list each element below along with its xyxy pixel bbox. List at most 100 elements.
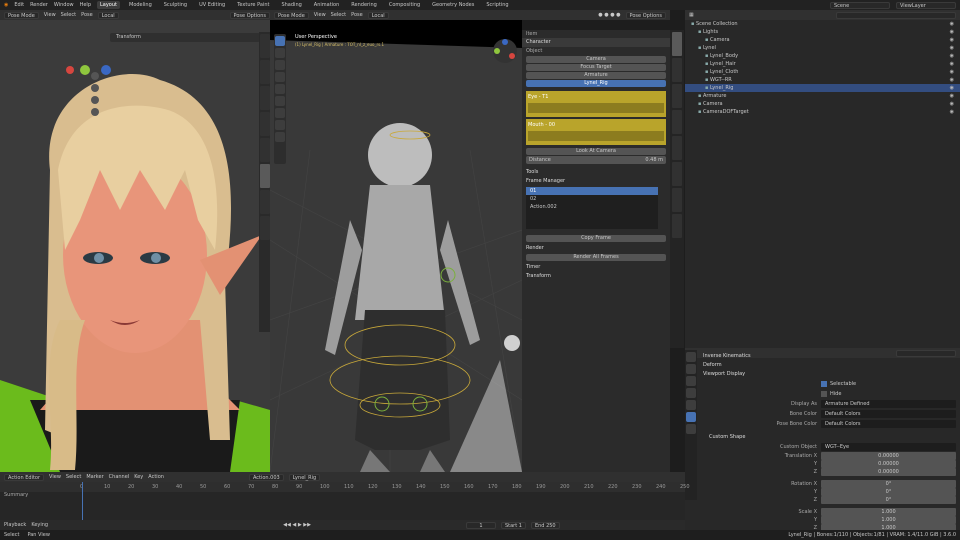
eye-panel[interactable]: Eye - T1 [526, 91, 666, 117]
render-all-frames-button[interactable]: Render All Frames [526, 254, 666, 261]
bone-color-dropdown[interactable]: Default Colors [821, 410, 956, 418]
outliner-row[interactable]: ▪ Lynel_Cloth ◉ [685, 68, 960, 76]
mouth-slider[interactable] [528, 131, 664, 141]
sidebar-tab[interactable] [259, 86, 270, 110]
render-tab-icon[interactable] [686, 352, 696, 362]
outliner-row[interactable]: ▪ Armature ◉ [685, 92, 960, 100]
menu-window[interactable]: Window [54, 2, 74, 8]
deform-header[interactable]: Deform [699, 361, 960, 370]
menu-view[interactable]: View [44, 12, 56, 18]
outliner-row[interactable]: ▪ WGT--RR ◉ [685, 76, 960, 84]
transport-controls[interactable]: ◀◀ ◀ ▶ ▶▶ [283, 522, 311, 528]
menu-edit[interactable]: Edit [14, 2, 24, 8]
menu-pose[interactable]: Pose [351, 12, 363, 18]
workspace-tab[interactable]: Geometry Nodes [429, 1, 477, 9]
frame-ruler[interactable]: 0102030405060708090100110120130140150160… [0, 482, 690, 492]
visibility-icon[interactable]: ◉ [950, 84, 954, 92]
menu-help[interactable]: Help [80, 2, 91, 8]
select-tool-icon[interactable] [275, 36, 285, 46]
menu-marker[interactable]: Marker [86, 474, 103, 480]
visibility-icon[interactable]: ◉ [950, 36, 954, 44]
scene-tab-icon[interactable] [686, 376, 696, 386]
pivot-dropdown[interactable]: Local [367, 11, 389, 19]
playhead[interactable] [82, 482, 84, 520]
blender-logo-icon[interactable]: ◉ [4, 2, 8, 8]
menu-select[interactable]: Select [331, 12, 346, 18]
object-button-camera[interactable]: Camera [526, 56, 666, 63]
scene-selector[interactable]: Scene [830, 1, 890, 9]
menu-render[interactable]: Render [30, 2, 48, 8]
pose-bone-color-dropdown[interactable]: Default Colors [821, 420, 956, 428]
menu-channel[interactable]: Channel [109, 474, 130, 480]
visibility-icon[interactable]: ◉ [950, 52, 954, 60]
transform-tool-icon[interactable] [275, 96, 285, 106]
menu-view[interactable]: View [49, 474, 61, 480]
scale-tool-icon[interactable] [275, 84, 285, 94]
workspace-tab[interactable]: Compositing [386, 1, 423, 9]
frame-item[interactable]: Action.002 [526, 203, 658, 211]
mode-dropdown[interactable]: Pose Mode [274, 11, 309, 19]
bone-tab-icon[interactable] [686, 412, 696, 422]
view-layer-selector[interactable]: ViewLayer [896, 1, 956, 9]
visibility-icon[interactable]: ◉ [950, 76, 954, 84]
translation-y-field[interactable]: 0.00000 [821, 460, 956, 468]
translation-z-field[interactable]: 0.00000 [821, 468, 956, 476]
frame-item[interactable]: 01 [526, 187, 658, 195]
tab-geometry[interactable] [672, 188, 682, 212]
outliner-row[interactable]: ▪ Camera ◉ [685, 100, 960, 108]
pose-options-dropdown[interactable]: Pose Options [625, 11, 666, 19]
workspace-tab[interactable]: Rendering [348, 1, 380, 9]
pose-tool-icon[interactable] [275, 132, 285, 142]
visibility-icon[interactable]: ◉ [950, 92, 954, 100]
action-dropdown[interactable]: Action.003 [248, 473, 284, 481]
outliner-row[interactable]: ▪ Camera ◉ [685, 36, 960, 44]
cursor-tool-icon[interactable] [275, 48, 285, 58]
pose-options-dropdown[interactable]: Pose Options [229, 11, 270, 19]
sidebar-tab[interactable] [259, 190, 270, 214]
hide-row[interactable]: Hide [699, 389, 960, 399]
left-viewport[interactable]: Transform [0, 20, 270, 472]
transform-panel-header[interactable]: Transform [522, 272, 670, 281]
selectable-row[interactable]: Selectable [699, 379, 960, 389]
zoom-icon[interactable] [91, 72, 99, 80]
tab-animation[interactable] [672, 110, 682, 134]
viewport-display-header[interactable]: Viewport Display [699, 370, 960, 379]
workspace-tab[interactable]: Layout [97, 1, 120, 9]
character-panel-header[interactable]: Character [522, 38, 670, 47]
tab-shape-manager[interactable] [672, 136, 682, 160]
outliner-row[interactable]: ▪ Lynel_Hair ◉ [685, 60, 960, 68]
visibility-icon[interactable]: ◉ [950, 20, 954, 28]
display-as-dropdown[interactable]: Armature Defined [821, 400, 956, 408]
workspace-tab[interactable]: UV Editing [196, 1, 228, 9]
hide-checkbox[interactable] [821, 391, 827, 397]
workspace-tab[interactable]: Animation [311, 1, 343, 9]
visibility-icon[interactable]: ◉ [950, 68, 954, 76]
outliner-row[interactable]: ▪ Lights ◉ [685, 28, 960, 36]
outliner-row[interactable]: ▪ Lynel ◉ [685, 44, 960, 52]
outliner-display-icon[interactable]: ▦ [689, 12, 694, 18]
sidebar-tab[interactable] [259, 34, 270, 58]
sidebar-tab[interactable] [259, 164, 270, 188]
tools-panel-header[interactable]: Tools [522, 168, 670, 177]
measure-tool-icon[interactable] [275, 120, 285, 130]
sidebar-tab[interactable] [259, 112, 270, 136]
scale-x-field[interactable]: 1.000 [821, 508, 956, 516]
keying-dropdown[interactable]: Keying [31, 522, 48, 528]
visibility-icon[interactable]: ◉ [950, 60, 954, 68]
distance-field[interactable]: Distance 0.48 m [526, 156, 666, 164]
rotate-tool-icon[interactable] [275, 72, 285, 82]
pan-icon[interactable] [91, 84, 99, 92]
menu-view[interactable]: View [314, 12, 326, 18]
mouth-panel[interactable]: Mouth - 00 [526, 119, 666, 145]
workspace-tab[interactable]: Texture Paint [234, 1, 272, 9]
grid-icon[interactable] [91, 108, 99, 116]
data-tab-icon[interactable] [686, 424, 696, 434]
menu-action[interactable]: Action [148, 474, 164, 480]
translation-x-field[interactable]: 0.00000 [821, 452, 956, 460]
object-button-rig[interactable]: Lynel_Rig [526, 80, 666, 87]
copy-frame-button[interactable]: Copy Frame [526, 235, 666, 242]
playback-dropdown[interactable]: Playback [4, 522, 26, 528]
editor-type-dropdown[interactable]: Action Editor [4, 473, 45, 481]
output-tab-icon[interactable] [686, 364, 696, 374]
render-panel-header[interactable]: Render [522, 244, 670, 253]
